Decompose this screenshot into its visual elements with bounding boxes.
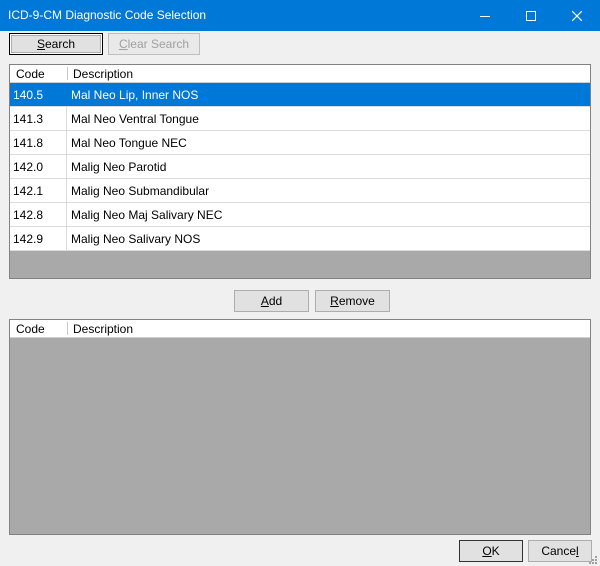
results-description-header[interactable]: Description <box>73 67 133 81</box>
selected-code-header[interactable]: Code <box>16 322 45 336</box>
results-rows: 140.5 Mal Neo Lip, Inner NOS 141.3 Mal Neo … <box>10 83 590 251</box>
code-cell: 142.9 <box>10 227 67 250</box>
remove-button[interactable]: Remove <box>315 290 390 312</box>
code-cell: 141.3 <box>10 107 67 130</box>
code-cell: 142.0 <box>10 155 67 178</box>
table-row[interactable]: 140.5 Mal Neo Lip, Inner NOS <box>10 83 590 107</box>
column-separator[interactable] <box>67 322 68 335</box>
selected-grid-header: Code Description <box>10 320 590 338</box>
close-button[interactable] <box>554 0 600 31</box>
close-icon <box>572 10 582 21</box>
selected-description-header[interactable]: Description <box>73 322 133 336</box>
results-grid[interactable]: Code Description 140.5 Mal Neo Lip, Inner… <box>9 64 591 279</box>
title-bar: ICD-9-CM Diagnostic Code Selection <box>0 0 600 31</box>
table-row[interactable]: 142.8 Malig Neo Maj Salivary NEC <box>10 203 590 227</box>
code-cell: 140.5 <box>10 83 67 106</box>
table-row[interactable]: 141.8 Mal Neo Tongue NEC <box>10 131 590 155</box>
maximize-button[interactable] <box>508 0 554 31</box>
cancel-button[interactable]: Cancel <box>528 540 592 562</box>
resize-grip-icon[interactable] <box>587 554 597 564</box>
table-row[interactable]: 142.1 Malig Neo Submandibular <box>10 179 590 203</box>
minimize-button[interactable] <box>462 0 508 31</box>
selected-codes-grid[interactable]: Code Description <box>9 319 591 535</box>
results-code-header[interactable]: Code <box>16 67 45 81</box>
table-row[interactable]: 142.0 Malig Neo Parotid <box>10 155 590 179</box>
add-button[interactable]: Add <box>234 290 309 312</box>
window-title: ICD-9-CM Diagnostic Code Selection <box>8 8 207 22</box>
search-button-label: Search <box>36 37 76 51</box>
description-cell: Malig Neo Salivary NOS <box>71 232 201 246</box>
results-grid-header: Code Description <box>10 65 590 83</box>
table-row[interactable]: 141.3 Mal Neo Ventral Tongue <box>10 107 590 131</box>
table-row[interactable]: 142.9 Malig Neo Salivary NOS <box>10 227 590 251</box>
remove-button-label: Remove <box>330 294 375 308</box>
code-cell: 141.8 <box>10 131 67 154</box>
add-button-label: Add <box>260 294 283 308</box>
clear-search-button[interactable]: Clear Search <box>108 33 200 55</box>
cancel-button-label: Cancel <box>541 544 579 558</box>
clear-search-button-label: Clear Search <box>118 37 190 51</box>
ok-button-label: OK <box>482 544 500 558</box>
code-cell: 142.8 <box>10 203 67 226</box>
code-cell: 142.1 <box>10 179 67 202</box>
maximize-icon <box>526 10 536 21</box>
search-button[interactable]: Search <box>9 33 103 55</box>
minimize-icon <box>480 15 490 17</box>
ok-button[interactable]: OK <box>459 540 523 562</box>
column-separator[interactable] <box>67 67 68 80</box>
